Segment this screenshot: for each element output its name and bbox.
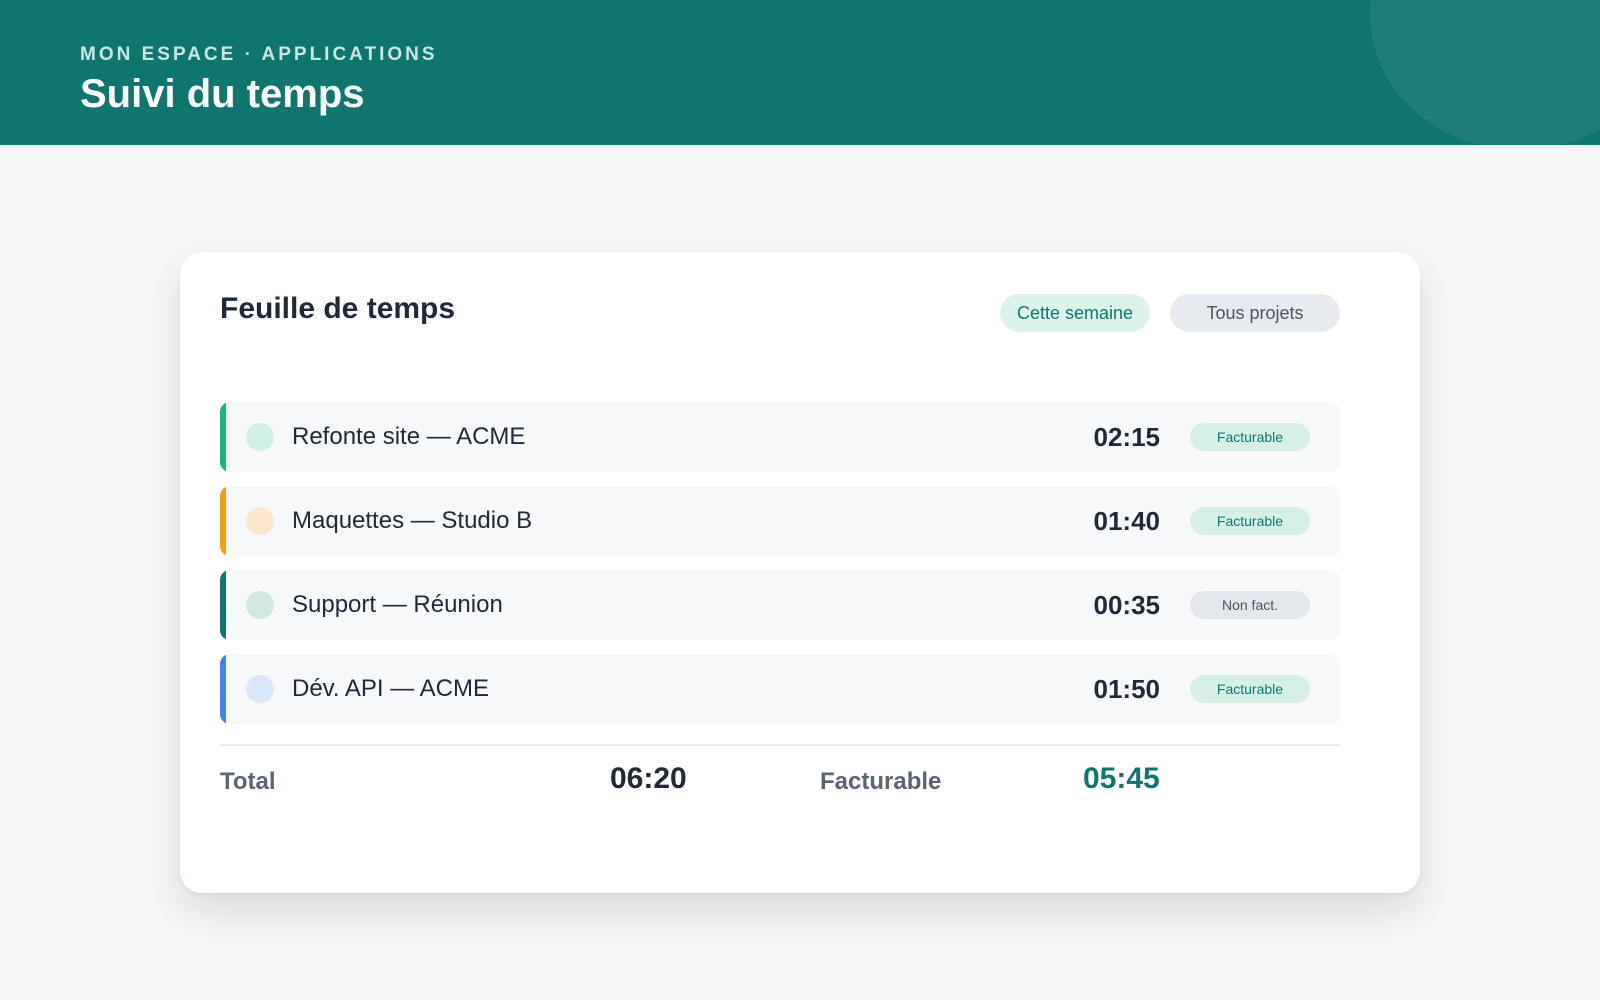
project-color-bar — [220, 570, 226, 640]
total-value: 06:20 — [610, 762, 687, 795]
project-color-bar — [220, 654, 226, 724]
timesheet-card: Feuille de temps Cette semaine Tous proj… — [180, 252, 1420, 893]
duration: 01:40 — [1093, 506, 1161, 536]
timesheet-row[interactable]: Dév. API — ACME 01:50 Facturable — [220, 654, 1340, 724]
duration: 02:15 — [1093, 422, 1161, 452]
project-color-bar — [220, 486, 226, 556]
breadcrumb: MON ESPACE · APPLICATIONS — [80, 44, 438, 65]
billable-value: 05:45 — [1083, 762, 1160, 795]
billable-label: Facturable — [820, 768, 942, 795]
project-name: Maquettes — Studio B — [292, 507, 533, 534]
project-color-bar — [220, 402, 226, 472]
timesheet-row[interactable]: Support — Réunion 00:35 Non fact. — [220, 570, 1340, 640]
page-title: Suivi du temps — [80, 72, 365, 116]
project-dot-icon — [246, 507, 274, 535]
timesheet-list: Refonte site — ACME 02:15 Facturable Maq… — [220, 402, 1340, 738]
filter-this-week-button[interactable]: Cette semaine — [1000, 294, 1150, 332]
duration: 01:50 — [1093, 674, 1161, 704]
project-name: Support — Réunion — [292, 591, 503, 618]
card-title: Feuille de temps — [220, 292, 456, 325]
status-badge: Facturable — [1190, 675, 1310, 703]
duration: 00:35 — [1093, 590, 1161, 620]
project-dot-icon — [246, 675, 274, 703]
project-dot-icon — [246, 423, 274, 451]
project-name: Refonte site — ACME — [292, 423, 526, 450]
timesheet-row[interactable]: Refonte site — ACME 02:15 Facturable — [220, 402, 1340, 472]
status-badge: Non fact. — [1190, 591, 1310, 619]
status-badge: Facturable — [1190, 507, 1310, 535]
header-decoration-circle — [1370, 0, 1600, 145]
status-badge: Facturable — [1190, 423, 1310, 451]
app-header: MON ESPACE · APPLICATIONS Suivi du temps — [0, 0, 1600, 145]
filter-all-projects-button[interactable]: Tous projets — [1170, 294, 1340, 332]
summary-divider — [220, 744, 1340, 746]
total-label: Total — [220, 768, 276, 795]
timesheet-row[interactable]: Maquettes — Studio B 01:40 Facturable — [220, 486, 1340, 556]
project-dot-icon — [246, 591, 274, 619]
project-name: Dév. API — ACME — [292, 675, 489, 702]
